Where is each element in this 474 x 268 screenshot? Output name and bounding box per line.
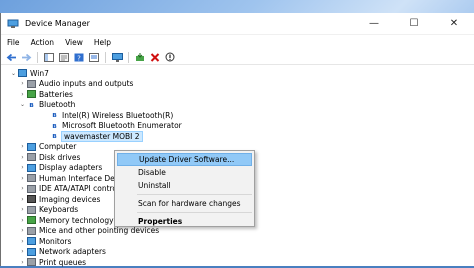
tree-item-label: Bluetooth [39, 100, 76, 110]
back-arrow-icon[interactable] [5, 52, 17, 63]
close-button[interactable]: ✕ [434, 13, 474, 35]
forward-arrow-icon[interactable] [20, 52, 32, 63]
expand-caret-icon[interactable]: › [18, 196, 27, 203]
menu-separator [137, 212, 252, 213]
tree-item-batteries[interactable]: › Batteries [1, 89, 474, 100]
expand-caret-icon[interactable]: › [18, 175, 27, 182]
camera-icon [27, 195, 36, 204]
expand-caret-icon[interactable]: › [18, 227, 27, 234]
disk-drive-icon [27, 153, 36, 162]
tree-item-label: Audio inputs and outputs [39, 79, 134, 89]
battery-icon [27, 90, 36, 99]
computer-icon [27, 142, 36, 151]
monitor-icon [27, 237, 36, 246]
tree-item-ms-bluetooth-enumerator[interactable]: ʙ Microsoft Bluetooth Enumerator [1, 121, 474, 132]
tree-item-label: Disk drives [39, 152, 81, 162]
tree-item-label: Microsoft Bluetooth Enumerator [62, 121, 182, 131]
menu-separator [137, 194, 252, 195]
update-driver-icon[interactable] [134, 52, 146, 63]
tree-item-label: Imaging devices [39, 194, 101, 204]
display-adapter-icon [27, 163, 36, 172]
expand-caret-icon[interactable]: › [18, 91, 27, 98]
device-manager-icon [7, 19, 19, 29]
toolbar-separator [128, 51, 129, 63]
tree-item-wavemaster[interactable]: ʙ wavemaster MOBI 2 [1, 130, 474, 142]
tree-root-label: Win7 [30, 68, 49, 78]
context-uninstall[interactable]: Uninstall [115, 179, 254, 192]
context-disable[interactable]: Disable [115, 166, 254, 179]
expand-caret-icon[interactable]: › [18, 238, 27, 245]
context-update-driver[interactable]: Update Driver Software... [117, 153, 252, 166]
context-menu: Update Driver Software... Disable Uninst… [114, 150, 255, 227]
tree-item-monitors[interactable]: › Monitors [1, 236, 474, 247]
bluetooth-icon: ʙ [29, 100, 34, 109]
tree-item-label: Human Interface Dev... [39, 173, 126, 183]
menu-bar: File Action View Help [1, 35, 474, 50]
tree-root[interactable]: ⌄ Win7 [1, 68, 474, 79]
expand-caret-icon[interactable]: › [18, 154, 27, 161]
expand-caret-icon[interactable]: › [18, 206, 27, 213]
svg-text:?: ? [77, 54, 81, 62]
uninstall-x-icon[interactable] [149, 52, 161, 63]
tree-item-label: Monitors [39, 236, 72, 246]
tree-item-label: Keyboards [39, 205, 79, 215]
title-bar[interactable]: Device Manager — ☐ ✕ [1, 13, 474, 35]
expand-caret-icon[interactable]: › [18, 248, 27, 255]
tree-item-label: Display adapters [39, 163, 103, 173]
tree-item-label: Print queues [39, 257, 87, 267]
expand-caret-icon[interactable]: › [18, 259, 27, 266]
bluetooth-icon: ʙ [52, 132, 57, 141]
tree-item-intel-bluetooth[interactable]: ʙ Intel(R) Wireless Bluetooth(R) [1, 110, 474, 121]
expand-caret-icon[interactable]: › [18, 164, 27, 171]
menu-view[interactable]: View [65, 38, 89, 47]
controller-icon [27, 184, 36, 193]
tree-item-bluetooth[interactable]: ⌄ ʙ Bluetooth [1, 100, 474, 111]
collapse-caret-icon[interactable]: ⌄ [18, 101, 27, 108]
device-manager-window: Device Manager — ☐ ✕ File Action View He… [0, 13, 474, 267]
disable-device-icon[interactable] [164, 52, 176, 63]
menu-action[interactable]: Action [31, 38, 61, 47]
expand-caret-icon[interactable]: › [18, 217, 27, 224]
maximize-button[interactable]: ☐ [394, 13, 434, 35]
context-scan-hardware[interactable]: Scan for hardware changes [115, 197, 254, 210]
view-details-icon[interactable] [88, 52, 100, 63]
toolbar-separator [37, 51, 38, 63]
context-properties[interactable]: Properties [115, 215, 254, 228]
scan-hardware-monitor-icon[interactable] [111, 52, 123, 63]
tree-item-label: Network adapters [39, 247, 106, 257]
bluetooth-icon: ʙ [52, 121, 57, 130]
toolbar: ? [1, 50, 474, 65]
expand-caret-icon[interactable]: › [18, 80, 27, 87]
menu-help[interactable]: Help [94, 38, 117, 47]
collapse-caret-icon[interactable]: ⌄ [9, 70, 18, 77]
network-icon [27, 247, 36, 256]
properties-sheet-icon[interactable] [58, 52, 70, 63]
help-icon[interactable]: ? [73, 52, 85, 63]
tree-item-label: Batteries [39, 89, 73, 99]
show-hide-console-tree-icon[interactable] [43, 52, 55, 63]
toolbar-separator [105, 51, 106, 63]
window-title: Device Manager [25, 19, 90, 28]
tree-item-label: Computer [39, 142, 77, 152]
keyboard-icon [27, 205, 36, 214]
tree-item-network-adapters[interactable]: › Network adapters [1, 247, 474, 258]
printer-icon [27, 258, 36, 267]
memory-icon [27, 216, 36, 225]
speaker-icon [27, 79, 36, 88]
mouse-icon [27, 226, 36, 235]
bluetooth-icon: ʙ [52, 111, 57, 120]
hid-icon [27, 174, 36, 183]
menu-file[interactable]: File [7, 38, 26, 47]
minimize-button[interactable]: — [354, 13, 394, 35]
expand-caret-icon[interactable]: › [18, 185, 27, 192]
expand-caret-icon[interactable]: › [18, 143, 27, 150]
tree-item-label: Intel(R) Wireless Bluetooth(R) [62, 110, 174, 120]
computer-icon [18, 69, 27, 78]
tree-item-audio[interactable]: › Audio inputs and outputs [1, 79, 474, 90]
tree-item-label: wavemaster MOBI 2 [61, 130, 143, 142]
